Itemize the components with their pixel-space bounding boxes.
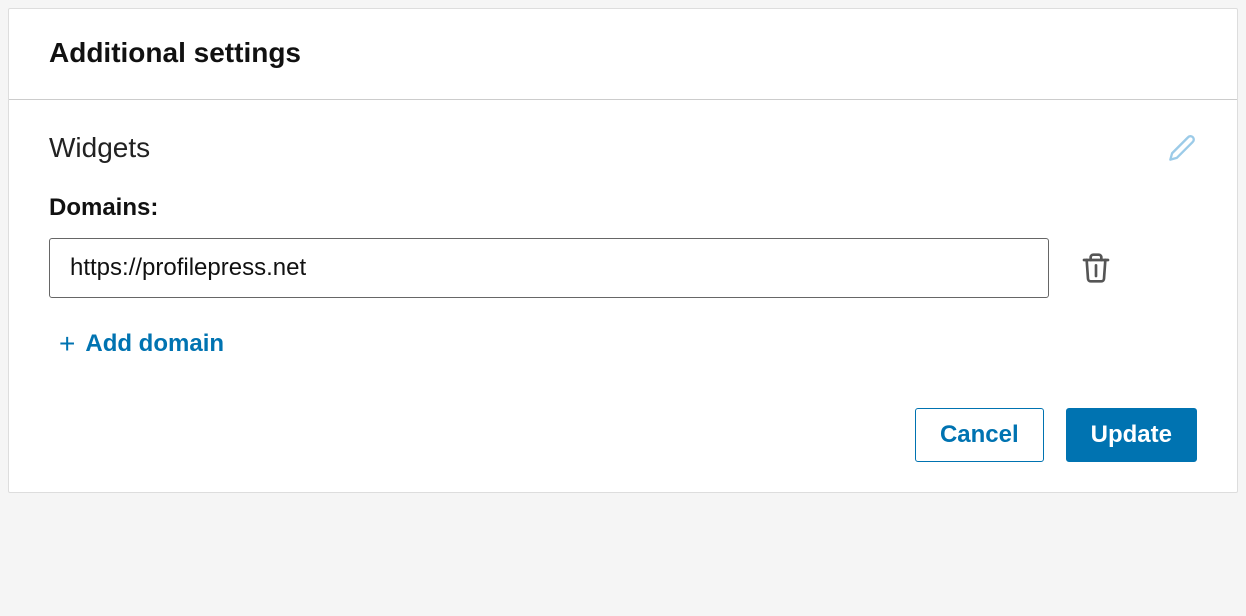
- panel-title: Additional settings: [49, 37, 1197, 69]
- domain-row: [49, 238, 1197, 298]
- section-title-row: Widgets: [49, 132, 1197, 164]
- domains-label: Domains:: [49, 194, 1197, 222]
- panel-header: Additional settings: [9, 9, 1237, 100]
- plus-icon: +: [59, 330, 75, 358]
- panel-body: Widgets Domains: + Add domain: [9, 100, 1237, 492]
- domain-input[interactable]: [49, 238, 1049, 298]
- settings-panel: Additional settings Widgets Domains:: [8, 8, 1238, 493]
- button-row: Cancel Update: [49, 408, 1197, 462]
- add-domain-label: Add domain: [85, 330, 224, 358]
- trash-icon[interactable]: [1079, 251, 1113, 285]
- cancel-button[interactable]: Cancel: [915, 408, 1044, 462]
- section-title: Widgets: [49, 132, 150, 164]
- update-button[interactable]: Update: [1066, 408, 1197, 462]
- add-domain-button[interactable]: + Add domain: [59, 330, 224, 358]
- pencil-icon[interactable]: [1167, 133, 1197, 163]
